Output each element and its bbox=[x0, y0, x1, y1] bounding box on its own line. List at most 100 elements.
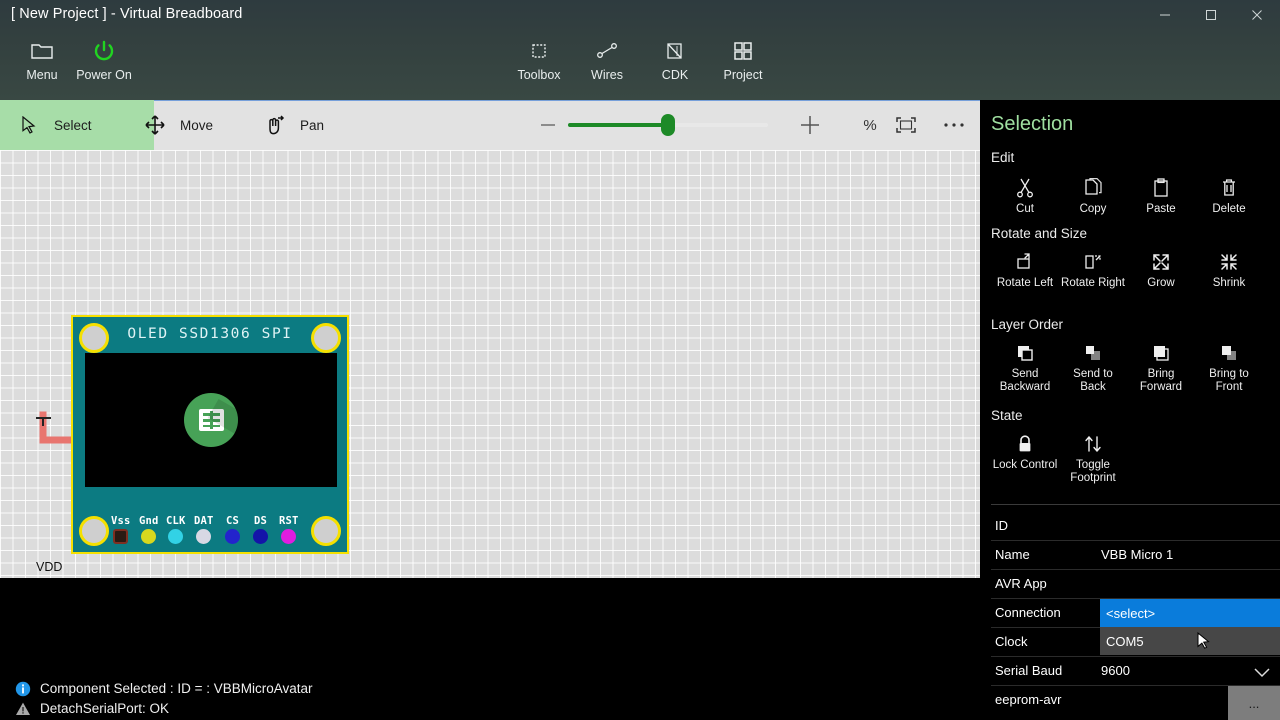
group-buttons-state: Lock Control Toggle Footprint bbox=[991, 432, 1280, 485]
ribbon-label-wires: Wires bbox=[591, 68, 623, 82]
send-backward-button[interactable]: Send Backward bbox=[991, 341, 1059, 394]
minimize-icon[interactable] bbox=[1142, 0, 1188, 30]
property-key: Serial Baud bbox=[995, 663, 1063, 678]
zoom-control bbox=[528, 100, 830, 150]
property-row-id[interactable]: ID bbox=[991, 512, 1280, 541]
status-message-row: Component Selected : ID = : VBBMicroAvat… bbox=[14, 680, 313, 697]
shrink-label: Shrink bbox=[1212, 277, 1246, 289]
window-controls bbox=[1142, 0, 1280, 30]
maximize-icon[interactable] bbox=[1188, 0, 1234, 30]
tool-pan[interactable]: Pan bbox=[246, 100, 378, 150]
oled-pin-vss[interactable]: Vss bbox=[111, 515, 131, 544]
connection-dropdown-selected[interactable]: <select> bbox=[1100, 599, 1280, 627]
pin-dot bbox=[196, 529, 212, 544]
pin-dot bbox=[253, 529, 268, 544]
cdk-icon bbox=[664, 34, 686, 68]
property-row-serial-baud[interactable]: Serial Baud 9600 bbox=[991, 657, 1280, 686]
lock-control-label: Lock Control bbox=[992, 459, 1058, 471]
window-title: [ New Project ] - Virtual Breadboard bbox=[11, 6, 243, 22]
property-row-name[interactable]: Name VBB Micro 1 bbox=[991, 541, 1280, 570]
connection-dropdown-option-com5[interactable]: COM5 bbox=[1100, 627, 1280, 655]
chip-icon bbox=[528, 34, 550, 68]
wire-vdd-terminal bbox=[36, 417, 51, 426]
circuit-canvas[interactable]: VDD OLED SSD1306 SPI Vss Gnd CLK DAT CS … bbox=[0, 150, 980, 578]
more-options-icon[interactable] bbox=[936, 100, 972, 150]
pin-label: RST bbox=[279, 515, 299, 527]
group-label-layer-order: Layer Order bbox=[991, 317, 1064, 332]
bring-to-front-button[interactable]: Bring to Front bbox=[1195, 341, 1263, 394]
scissors-icon bbox=[1016, 176, 1034, 200]
group-label-edit: Edit bbox=[991, 150, 1015, 165]
pin-dot bbox=[113, 529, 129, 544]
ribbon-button-power-on[interactable]: Power On bbox=[62, 34, 146, 96]
rotate-left-button[interactable]: Rotate Left bbox=[991, 250, 1059, 290]
grow-button[interactable]: Grow bbox=[1127, 250, 1195, 290]
warning-icon bbox=[14, 700, 31, 717]
pin-dot bbox=[225, 529, 240, 544]
rotate-left-label: Rotate Left bbox=[996, 277, 1054, 289]
send-to-back-button[interactable]: Send to Back bbox=[1059, 341, 1127, 394]
ribbon-label-toolbox: Toolbox bbox=[517, 68, 561, 82]
zoom-out-button[interactable] bbox=[528, 100, 568, 150]
rotate-right-button[interactable]: Rotate Right bbox=[1059, 250, 1127, 290]
panel-title: Selection bbox=[991, 113, 1074, 135]
rotate-right-icon bbox=[1083, 250, 1103, 274]
zoom-percent-button[interactable]: % bbox=[852, 100, 888, 150]
close-icon[interactable] bbox=[1234, 0, 1280, 30]
pin-label: CLK bbox=[166, 515, 186, 527]
connection-dropdown[interactable]: <select> COM5 bbox=[1100, 599, 1280, 655]
info-icon bbox=[14, 680, 31, 697]
tool-strip: Select Move Pan % bbox=[0, 100, 980, 151]
property-key: Connection bbox=[995, 605, 1061, 620]
status-bar: Component Selected : ID = : VBBMicroAvat… bbox=[0, 578, 980, 720]
eeprom-browse-button[interactable]: ... bbox=[1228, 686, 1280, 720]
bring-forward-icon bbox=[1151, 341, 1171, 365]
copy-label: Copy bbox=[1079, 203, 1107, 215]
oled-pin-gnd[interactable]: Gnd bbox=[139, 515, 159, 544]
updown-arrows-icon bbox=[1083, 432, 1103, 456]
title-bar: [ New Project ] - Virtual Breadboard Men… bbox=[0, 0, 1280, 100]
delete-button[interactable]: Delete bbox=[1195, 176, 1263, 216]
oled-pin-cs[interactable]: CS bbox=[225, 515, 240, 544]
folder-icon bbox=[31, 34, 53, 68]
pin-label: CS bbox=[225, 515, 240, 527]
zoom-slider[interactable] bbox=[568, 114, 768, 136]
copy-button[interactable]: Copy bbox=[1059, 176, 1127, 216]
paste-button[interactable]: Paste bbox=[1127, 176, 1195, 216]
status-message-text: DetachSerialPort: OK bbox=[40, 701, 170, 716]
oled-pin-ds[interactable]: DS bbox=[253, 515, 268, 544]
grow-label: Grow bbox=[1147, 277, 1175, 289]
wires-icon bbox=[596, 34, 618, 68]
zoom-slider-thumb[interactable] bbox=[661, 114, 675, 136]
ribbon-button-project[interactable]: Project bbox=[701, 34, 785, 96]
group-label-state: State bbox=[991, 408, 1023, 423]
fit-to-screen-icon[interactable] bbox=[888, 100, 924, 150]
property-key: Clock bbox=[995, 634, 1028, 649]
bring-to-front-label: Bring to Front bbox=[1209, 368, 1249, 393]
vdd-label: VDD bbox=[36, 560, 63, 574]
lock-control-button[interactable]: Lock Control bbox=[991, 432, 1059, 485]
pin-label: Vss bbox=[111, 515, 131, 527]
splash-icon bbox=[184, 393, 238, 447]
chevron-down-icon[interactable] bbox=[1254, 665, 1270, 683]
tool-select-label: Select bbox=[54, 117, 92, 133]
bring-forward-label: Bring Forward bbox=[1139, 368, 1183, 393]
shrink-button[interactable]: Shrink bbox=[1195, 250, 1263, 290]
clipboard-icon bbox=[1152, 176, 1170, 200]
oled-pin-dat[interactable]: DAT bbox=[194, 515, 214, 544]
oled-component[interactable]: OLED SSD1306 SPI Vss Gnd CLK DAT CS DS R… bbox=[71, 315, 349, 554]
oled-pin-clk[interactable]: CLK bbox=[166, 515, 186, 544]
property-key: eeprom-avr bbox=[995, 692, 1062, 707]
send-backward-icon bbox=[1015, 341, 1035, 365]
copy-icon bbox=[1084, 176, 1102, 200]
mouse-cursor bbox=[1197, 631, 1211, 652]
toggle-footprint-button[interactable]: Toggle Footprint bbox=[1059, 432, 1127, 485]
ribbon-label-power-on: Power On bbox=[76, 68, 132, 82]
oled-title: OLED SSD1306 SPI bbox=[127, 326, 293, 342]
bring-forward-button[interactable]: Bring Forward bbox=[1127, 341, 1195, 394]
cut-button[interactable]: Cut bbox=[991, 176, 1059, 216]
property-row-avr-app[interactable]: AVR App bbox=[991, 570, 1280, 599]
oled-pin-rst[interactable]: RST bbox=[279, 515, 299, 544]
zoom-in-button[interactable] bbox=[790, 100, 830, 150]
oled-screen bbox=[85, 353, 337, 487]
